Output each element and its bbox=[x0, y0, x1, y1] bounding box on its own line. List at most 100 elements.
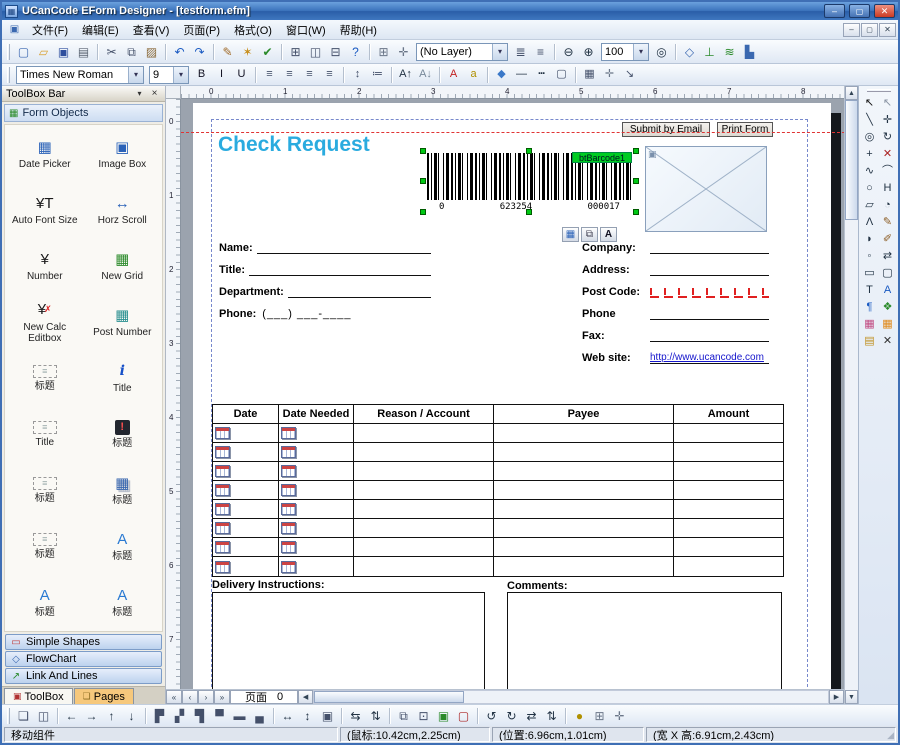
paragraph-icon[interactable]: ¶ bbox=[861, 299, 879, 316]
date-picker-icon[interactable] bbox=[215, 541, 230, 553]
send-back-icon[interactable]: ⊡ bbox=[414, 707, 433, 725]
menu-item-7[interactable]: 帮助(H) bbox=[333, 20, 384, 40]
form-field-title[interactable]: Title: bbox=[219, 262, 431, 276]
zoom-in-icon[interactable]: ⊕ bbox=[579, 43, 598, 61]
delivery-instructions-box[interactable] bbox=[212, 592, 485, 689]
scroll-down-button[interactable] bbox=[845, 690, 858, 704]
form-title[interactable]: Check Request bbox=[218, 133, 370, 157]
date-picker-icon[interactable] bbox=[215, 503, 230, 515]
selection-handle[interactable] bbox=[420, 148, 426, 154]
table-cell[interactable] bbox=[354, 519, 494, 538]
vertical-scroll-thumb[interactable] bbox=[845, 100, 858, 220]
brush-icon[interactable]: ✐ bbox=[879, 231, 897, 248]
table-cell[interactable] bbox=[494, 500, 674, 519]
font-shrink-icon[interactable]: A↓ bbox=[416, 66, 435, 83]
submit-by-email-button[interactable]: Submit by Email bbox=[622, 122, 710, 137]
menu-item-3[interactable]: 查看(V) bbox=[126, 20, 177, 40]
toolbox-group-2[interactable]: FlowChart bbox=[5, 651, 162, 667]
toolbox-tab-2[interactable]: Pages bbox=[74, 688, 134, 704]
toolbox-item-5[interactable]: ¥Number bbox=[6, 238, 84, 294]
selection-handle[interactable] bbox=[420, 178, 426, 184]
form-field-fax[interactable]: Fax: bbox=[582, 328, 769, 342]
table-cell[interactable] bbox=[494, 557, 674, 576]
undo-icon[interactable]: ↶ bbox=[170, 43, 189, 61]
text-icon[interactable]: T bbox=[861, 282, 879, 299]
ellipse-icon[interactable]: ○ bbox=[861, 180, 879, 197]
table-cell[interactable] bbox=[494, 538, 674, 557]
table-cell[interactable] bbox=[494, 462, 674, 481]
flip-v-icon[interactable]: ⇅ bbox=[542, 707, 561, 725]
format-painter-icon[interactable]: ✎ bbox=[218, 43, 237, 61]
snap-icon[interactable]: ✛ bbox=[394, 43, 413, 61]
align-center-icon[interactable]: ≡ bbox=[280, 66, 299, 83]
same-width-icon[interactable]: ↔ bbox=[278, 707, 297, 725]
space-down-icon[interactable]: ⇅ bbox=[366, 707, 385, 725]
form-field-name[interactable]: Name: bbox=[219, 240, 431, 254]
toolbox-item-10[interactable]: iTitle bbox=[84, 350, 162, 406]
close-x-icon[interactable]: ✕ bbox=[879, 333, 897, 350]
border-icon[interactable]: ▢ bbox=[552, 66, 571, 83]
date-picker-icon[interactable] bbox=[215, 561, 230, 573]
fill-color-icon[interactable]: ◆ bbox=[492, 66, 511, 83]
date-picker-icon[interactable] bbox=[281, 541, 296, 553]
table-cell[interactable] bbox=[354, 500, 494, 519]
table-cell[interactable] bbox=[494, 443, 674, 462]
toolbox-item-8[interactable]: ▦Post Number bbox=[84, 294, 162, 350]
horizontal-scroll-thumb[interactable] bbox=[314, 691, 464, 703]
toolbox-group-1[interactable]: Simple Shapes bbox=[5, 634, 162, 650]
cross-icon[interactable]: + bbox=[861, 146, 879, 163]
toolbox-group-header[interactable]: Form Objects bbox=[4, 104, 163, 122]
flowchart-icon[interactable]: ◇ bbox=[680, 43, 699, 61]
rotate-icon[interactable]: ↻ bbox=[879, 129, 897, 146]
close-button[interactable] bbox=[874, 4, 895, 18]
layer-up-icon[interactable]: ≣ bbox=[511, 43, 530, 61]
selection-handle[interactable] bbox=[633, 209, 639, 215]
form-field-postcode[interactable]: Post Code: bbox=[582, 284, 769, 298]
form-field-address[interactable]: Address: bbox=[582, 262, 769, 276]
text-h-icon[interactable]: H bbox=[879, 180, 897, 197]
arrow-icon[interactable]: ↘ bbox=[620, 66, 639, 83]
rounded-rect-icon[interactable]: ▢ bbox=[879, 265, 897, 282]
scroll-right-button[interactable] bbox=[829, 690, 844, 704]
maximize-button[interactable] bbox=[849, 4, 870, 18]
toolbox-item-16[interactable]: A标题 bbox=[84, 518, 162, 574]
toolbar-grip[interactable] bbox=[7, 67, 10, 83]
ungroup-icon[interactable]: ▢ bbox=[454, 707, 473, 725]
rotate-left-icon[interactable]: ↺ bbox=[482, 707, 501, 725]
date-picker-icon[interactable] bbox=[281, 522, 296, 534]
chevron-down-icon[interactable] bbox=[128, 67, 143, 83]
same-size-icon[interactable]: ▣ bbox=[318, 707, 337, 725]
polyline-icon[interactable]: Λ bbox=[861, 214, 879, 231]
date-picker-icon[interactable] bbox=[281, 561, 296, 573]
date-picker-icon[interactable] bbox=[281, 503, 296, 515]
layout-rows-icon[interactable]: ⊟ bbox=[326, 43, 345, 61]
grid-icon[interactable]: ⊞ bbox=[374, 43, 393, 61]
page-tab[interactable]: 页面 0 bbox=[230, 690, 298, 704]
save-icon[interactable]: ▣ bbox=[54, 43, 73, 61]
wand-icon[interactable]: ✶ bbox=[238, 43, 257, 61]
website-link[interactable]: http://www.ucancode.com bbox=[650, 352, 764, 363]
mdi-minimize-button[interactable] bbox=[843, 23, 860, 37]
direct-select-icon[interactable]: ↖ bbox=[879, 95, 897, 112]
help-icon[interactable]: ? bbox=[346, 43, 365, 61]
align-bottoms-icon[interactable]: ▄ bbox=[250, 707, 269, 725]
toolbox-item-1[interactable]: ▦Date Picker bbox=[6, 126, 84, 182]
font-small-icon[interactable]: A bbox=[879, 282, 897, 299]
group-icon[interactable]: ▣ bbox=[434, 707, 453, 725]
prev-page-button[interactable] bbox=[182, 690, 198, 704]
table-mini-icon[interactable]: ▤ bbox=[861, 333, 879, 350]
menu-item-2[interactable]: 编辑(E) bbox=[75, 20, 126, 40]
date-picker-icon[interactable] bbox=[215, 484, 230, 496]
selection-handle[interactable] bbox=[526, 148, 532, 154]
table-cell[interactable] bbox=[494, 519, 674, 538]
same-height-icon[interactable]: ↕ bbox=[298, 707, 317, 725]
toolbox-group-3[interactable]: Link And Lines bbox=[5, 668, 162, 684]
grid-show-icon[interactable]: ⊞ bbox=[590, 707, 609, 725]
table-cell[interactable] bbox=[354, 481, 494, 500]
bold-icon[interactable]: B bbox=[192, 66, 211, 83]
layout-cols-icon[interactable]: ◫ bbox=[306, 43, 325, 61]
layout-grid-icon[interactable]: ⊞ bbox=[286, 43, 305, 61]
grid-orange-icon[interactable]: ▦ bbox=[879, 316, 897, 333]
form-field-company[interactable]: Company: bbox=[582, 240, 769, 254]
delete-icon[interactable]: ✕ bbox=[879, 146, 897, 163]
